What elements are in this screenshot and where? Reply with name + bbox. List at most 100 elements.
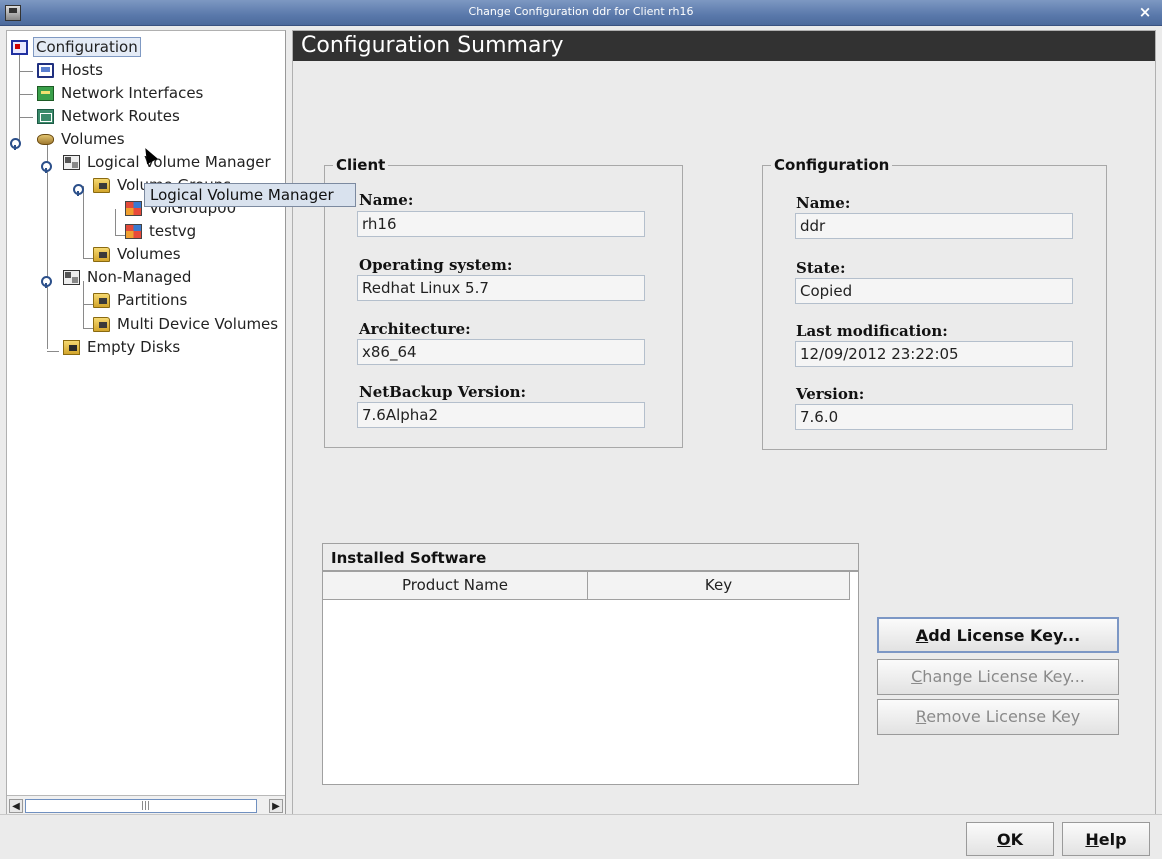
network-interfaces-icon bbox=[37, 85, 54, 101]
tree-connector bbox=[115, 209, 116, 235]
mnemonic: C bbox=[911, 667, 923, 686]
title-bar: Change Configuration ddr for Client rh16… bbox=[0, 0, 1162, 26]
installed-software-table[interactable]: Product Name Key bbox=[322, 571, 859, 785]
dialog-body: Configuration Hosts Network Interfaces N… bbox=[0, 26, 1162, 816]
tree-connector bbox=[83, 304, 93, 305]
version-field: 7.6.0 bbox=[795, 404, 1073, 430]
tree-item-label: Non-Managed bbox=[87, 268, 192, 286]
tree-item-hosts[interactable]: Hosts bbox=[37, 59, 105, 81]
scroll-right-icon[interactable]: ▶ bbox=[269, 799, 283, 813]
scroll-grip: ||| bbox=[141, 801, 151, 811]
architecture-label: Architecture: bbox=[359, 320, 471, 338]
lvm-icon bbox=[63, 154, 80, 170]
network-routes-icon bbox=[37, 108, 54, 124]
tree-item-network-routes[interactable]: Network Routes bbox=[37, 105, 182, 127]
change-license-key-button[interactable]: Change License Key... bbox=[877, 659, 1119, 695]
collapse-volume-groups-toggle[interactable] bbox=[73, 181, 84, 196]
last-modification-label: Last modification: bbox=[796, 322, 948, 340]
tree-connector bbox=[47, 351, 59, 352]
product-name-column-header[interactable]: Product Name bbox=[323, 572, 588, 600]
remove-license-key-button[interactable]: Remove License Key bbox=[877, 699, 1119, 735]
client-legend: Client bbox=[336, 156, 386, 174]
volumes-icon bbox=[37, 133, 54, 145]
tree-item-label: Configuration bbox=[33, 37, 141, 57]
mnemonic: A bbox=[915, 626, 929, 645]
tree-item-label: Network Routes bbox=[61, 107, 180, 125]
collapse-lvm-toggle[interactable] bbox=[41, 158, 52, 173]
key-column-header[interactable]: Key bbox=[588, 572, 850, 600]
button-label: emove License Key bbox=[926, 707, 1081, 726]
tree-item-label: Multi Device Volumes bbox=[117, 315, 279, 333]
button-label: hange License Key... bbox=[922, 667, 1085, 686]
configuration-tree: Configuration Hosts Network Interfaces N… bbox=[7, 31, 285, 791]
tree-item-network-interfaces[interactable]: Network Interfaces bbox=[37, 82, 205, 104]
dialog-footer: OK Help bbox=[0, 814, 1162, 859]
scroll-left-icon[interactable]: ◀ bbox=[9, 799, 23, 813]
mnemonic: R bbox=[915, 707, 927, 726]
client-name-label: Name: bbox=[359, 191, 414, 209]
tree-item-logical-volume-manager[interactable]: Logical Volume Manager bbox=[63, 151, 273, 173]
tree-item-label: Volumes bbox=[117, 245, 181, 263]
ok-button[interactable]: OK bbox=[966, 822, 1054, 856]
add-license-key-button[interactable]: Add License Key... bbox=[877, 617, 1119, 653]
tree-connector bbox=[83, 328, 93, 329]
state-field: Copied bbox=[795, 278, 1073, 304]
tree-item-partitions[interactable]: Partitions bbox=[93, 289, 189, 311]
tree-item-non-managed[interactable]: Non-Managed bbox=[63, 266, 193, 288]
folder-icon bbox=[93, 177, 110, 193]
tree-item-label: Hosts bbox=[61, 61, 103, 79]
hosts-icon bbox=[37, 62, 54, 78]
tree-connector bbox=[83, 281, 84, 329]
tree-connector bbox=[83, 186, 84, 258]
tree-item-label: Network Interfaces bbox=[61, 84, 204, 102]
tree-connector bbox=[19, 117, 33, 118]
installed-software-header: Installed Software bbox=[322, 543, 859, 571]
tree-item-volumes[interactable]: Volumes bbox=[37, 128, 127, 150]
configuration-summary-panel: Configuration Summary Client Name: rh16 … bbox=[292, 30, 1156, 816]
button-label: dd License Key... bbox=[928, 626, 1081, 645]
folder-icon bbox=[93, 246, 110, 262]
netbackup-version-field: 7.6Alpha2 bbox=[357, 402, 645, 428]
tooltip: Logical Volume Manager bbox=[144, 183, 356, 207]
disk-icon bbox=[63, 339, 80, 355]
state-label: State: bbox=[796, 259, 846, 277]
close-icon[interactable]: × bbox=[1136, 2, 1154, 22]
collapse-non-managed-toggle[interactable] bbox=[41, 273, 52, 288]
client-name-field: rh16 bbox=[357, 211, 645, 237]
tree-item-lvm-volumes[interactable]: Volumes bbox=[93, 243, 183, 265]
config-name-label: Name: bbox=[796, 194, 851, 212]
configuration-legend: Configuration bbox=[774, 156, 890, 174]
tree-item-label: Empty Disks bbox=[87, 338, 181, 356]
folder-icon bbox=[93, 292, 110, 308]
tree-connector bbox=[47, 143, 48, 349]
os-field: Redhat Linux 5.7 bbox=[357, 275, 645, 301]
tree-item-label: Volumes bbox=[61, 130, 125, 148]
tree-item-label: Partitions bbox=[117, 291, 188, 309]
tree-item-multi-device-volumes[interactable]: Multi Device Volumes bbox=[93, 313, 280, 335]
page-title: Configuration Summary bbox=[293, 31, 1155, 61]
tree-connector bbox=[19, 71, 33, 72]
last-modification-field: 12/09/2012 23:22:05 bbox=[795, 341, 1073, 367]
tree-connector bbox=[115, 235, 125, 236]
folder-icon bbox=[93, 316, 110, 332]
mnemonic: O bbox=[996, 830, 1011, 849]
window-title: Change Configuration ddr for Client rh16 bbox=[468, 5, 694, 18]
tree-horizontal-scrollbar[interactable]: ◀ ||| ▶ bbox=[7, 795, 285, 815]
scrollbar-thumb[interactable]: ||| bbox=[25, 799, 257, 813]
config-name-field: ddr bbox=[795, 213, 1073, 239]
mnemonic: H bbox=[1085, 830, 1099, 849]
collapse-volumes-toggle[interactable] bbox=[10, 135, 21, 150]
volume-group-icon bbox=[125, 200, 142, 216]
tree-item-testvg[interactable]: testvg bbox=[125, 220, 198, 242]
tree-item-label: Logical Volume Manager bbox=[87, 153, 271, 171]
tree-item-empty-disks[interactable]: Empty Disks bbox=[63, 336, 182, 358]
configuration-icon bbox=[11, 39, 28, 55]
tree-connector bbox=[19, 51, 20, 143]
button-label: K bbox=[1010, 830, 1023, 849]
tree-item-configuration[interactable]: Configuration bbox=[11, 36, 141, 58]
help-button[interactable]: Help bbox=[1062, 822, 1150, 856]
volume-group-icon bbox=[125, 223, 142, 239]
non-managed-icon bbox=[63, 269, 80, 285]
button-label: elp bbox=[1098, 830, 1127, 849]
tree-connector bbox=[19, 94, 33, 95]
